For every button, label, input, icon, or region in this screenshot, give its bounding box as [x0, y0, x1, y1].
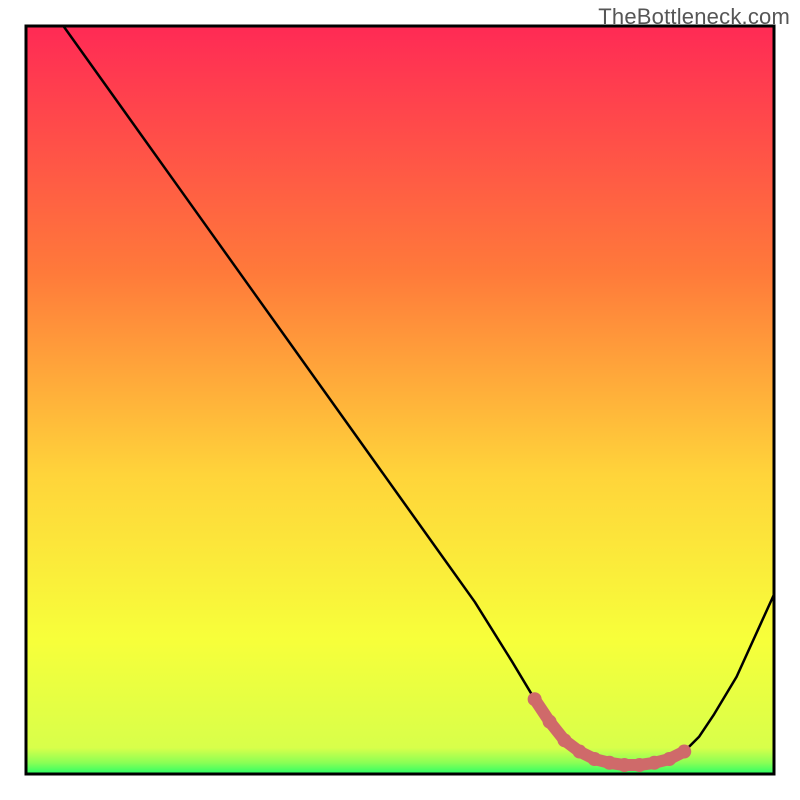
- chart-canvas: [0, 0, 800, 800]
- chart-frame: TheBottleneck.com: [0, 0, 800, 800]
- watermark-text: TheBottleneck.com: [598, 4, 790, 30]
